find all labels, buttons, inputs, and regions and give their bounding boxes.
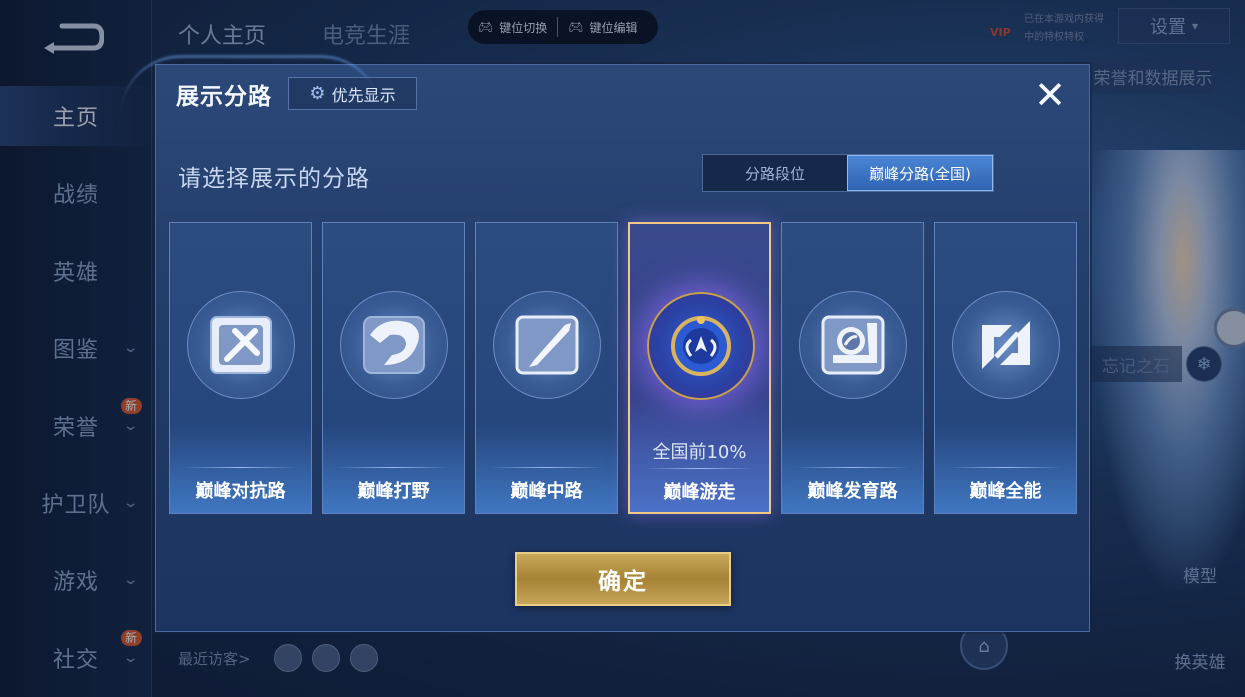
lane-card-label: 巅峰中路 xyxy=(510,481,583,502)
lane-mode-toggle: 分路段位 巅峰分路(全国) xyxy=(702,154,994,192)
card-divider xyxy=(796,467,909,468)
lane-card-roam[interactable]: 全国前10% 巅峰游走 xyxy=(628,222,771,514)
lane-card-label: 巅峰打野 xyxy=(357,481,430,502)
gear-icon: ⚙ xyxy=(309,83,326,104)
lane-card-label: 巅峰发育路 xyxy=(807,481,898,502)
lane-card-mid[interactable]: 巅峰中路 xyxy=(475,222,618,514)
lane-card-farm[interactable]: 巅峰发育路 xyxy=(781,222,924,514)
sword-cross-icon xyxy=(187,291,295,399)
priority-display-label: 优先显示 xyxy=(331,85,396,105)
card-divider xyxy=(949,467,1062,468)
lane-card-top[interactable]: 巅峰对抗路 xyxy=(169,222,312,514)
lane-cards: 巅峰对抗路 巅峰打野 巅峰中路 全国前10% 巅峰游走 巅峰发育路 巅峰全能 xyxy=(169,222,1077,514)
lane-rank-text: 全国前10% xyxy=(652,442,747,463)
card-divider xyxy=(184,467,297,468)
slash-icon xyxy=(493,291,601,399)
close-icon[interactable]: ✕ xyxy=(1030,75,1070,115)
card-divider xyxy=(644,468,755,469)
modal-title: 展示分路 xyxy=(176,84,272,110)
dragon-icon xyxy=(340,291,448,399)
priority-display-button[interactable]: ⚙ 优先显示 xyxy=(288,77,417,110)
confirm-button[interactable]: 确定 xyxy=(515,552,731,606)
lane-card-label: 巅峰全能 xyxy=(969,481,1042,502)
lane-card-label: 巅峰游走 xyxy=(663,482,736,503)
card-divider xyxy=(490,467,603,468)
card-divider xyxy=(337,467,450,468)
lane-display-modal: 展示分路 ⚙ 优先显示 ✕ 请选择展示的分路 分路段位 巅峰分路(全国) 巅峰对… xyxy=(121,55,1090,632)
tab-lane-rank[interactable]: 分路段位 xyxy=(703,155,847,191)
selection-prompt: 请选择展示的分路 xyxy=(178,166,370,192)
winged-emblem-icon xyxy=(647,292,755,400)
lane-card-label: 巅峰对抗路 xyxy=(195,481,286,502)
tab-peak-lane-national[interactable]: 巅峰分路(全国) xyxy=(847,155,993,191)
confirm-label: 确定 xyxy=(598,569,648,595)
all-round-icon xyxy=(952,291,1060,399)
lane-card-jungle[interactable]: 巅峰打野 xyxy=(322,222,465,514)
target-icon xyxy=(799,291,907,399)
lane-card-all-round[interactable]: 巅峰全能 xyxy=(934,222,1077,514)
